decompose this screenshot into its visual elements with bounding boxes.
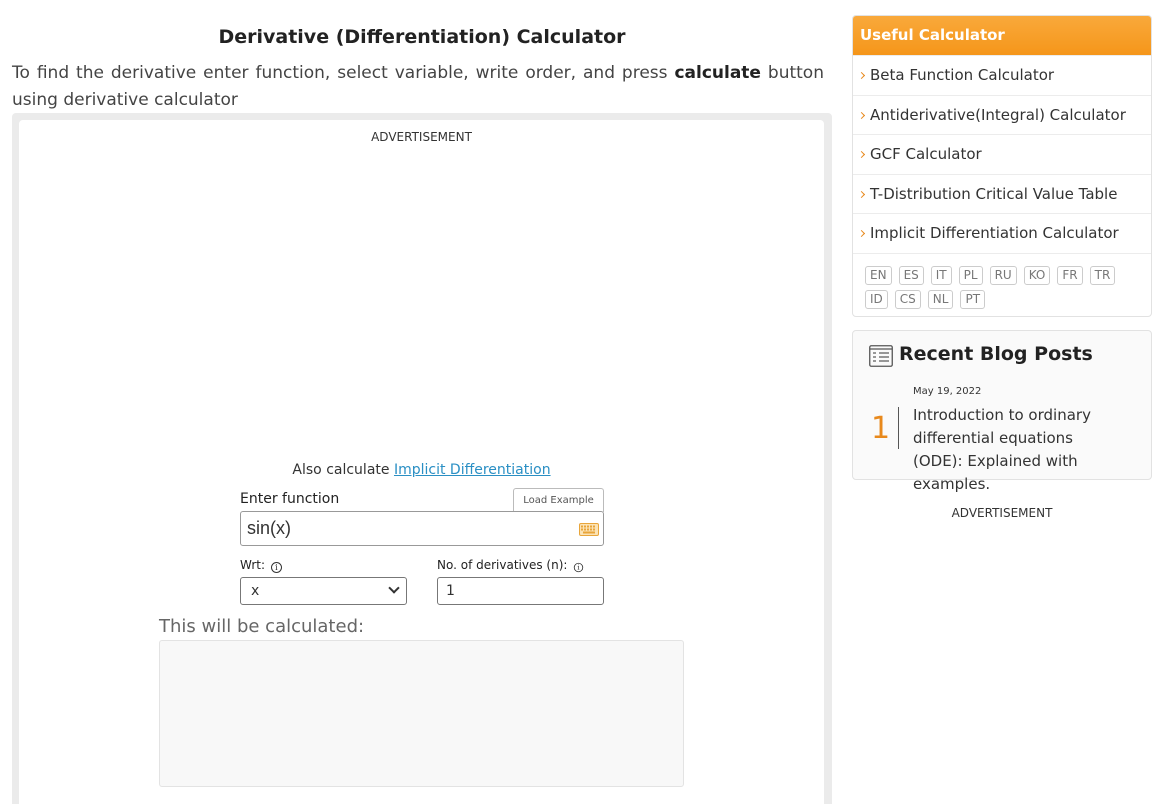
blog-section-title: Recent Blog Posts	[899, 343, 1093, 365]
list-icon	[869, 345, 893, 367]
wrt-select[interactable]: x	[240, 577, 407, 605]
keyboard-icon[interactable]	[579, 523, 599, 536]
post-divider	[898, 407, 899, 449]
language-es[interactable]: ES	[898, 265, 924, 285]
post-date: May 19, 2022	[913, 386, 982, 397]
info-icon[interactable]: i	[270, 562, 282, 573]
language-pt[interactable]: PT	[960, 289, 986, 309]
sidebar-advertisement-label: ADVERTISEMENT	[951, 506, 1053, 520]
sidebar: Useful Calculator Beta Function Calculat…	[852, 15, 1152, 520]
info-icon[interactable]: i	[574, 562, 584, 573]
function-label: Enter function	[240, 491, 340, 507]
recent-blog-posts-box: Recent Blog Posts May 19, 2022 1 Introdu…	[852, 330, 1152, 493]
page-title: Derivative (Differentiation) Calculator	[218, 26, 626, 48]
main-column: Derivative (Differentiation) Calculator …	[12, 0, 832, 804]
load-example-button[interactable]: Load Example	[513, 488, 604, 512]
calculator-frame: ADVERTISEMENT Also calculate Implicit Di…	[12, 113, 832, 804]
also-text: Also calculate	[292, 462, 394, 478]
preview-label: This will be calculated:	[159, 616, 365, 637]
sidebar-item-label: Implicit Differentiation Calculator	[870, 224, 1119, 242]
sidebar-item-label: T-Distribution Critical Value Table	[870, 184, 1118, 203]
wrt-label: Wrt: i	[240, 558, 282, 573]
wrt-label-text: Wrt:	[240, 558, 266, 572]
wrt-selected-value: x	[251, 583, 260, 599]
sidebar-item-label: GCF Calculator	[870, 145, 982, 163]
post-number: 1	[871, 411, 891, 446]
derivatives-count-label: No. of derivatives (n): i	[437, 558, 584, 573]
language-pl[interactable]: PL	[958, 265, 983, 285]
language-ko[interactable]: KO	[1023, 265, 1051, 285]
chevron-right-icon	[857, 150, 866, 159]
chevron-right-icon	[857, 111, 866, 119]
sidebar-item-antiderivative[interactable]: Antiderivative(Integral) Calculator	[853, 94, 1151, 135]
language-nl[interactable]: NL	[927, 289, 954, 309]
language-it[interactable]: IT	[930, 265, 952, 285]
intro-text: To find the derivative enter function, s…	[12, 60, 824, 114]
language-en[interactable]: EN	[865, 265, 892, 285]
function-input[interactable]: sin(x)	[240, 511, 604, 546]
sidebar-item-t-distribution[interactable]: T-Distribution Critical Value Table	[853, 173, 1151, 214]
sidebar-item-beta-function[interactable]: Beta Function Calculator	[853, 55, 1151, 95]
language-tr[interactable]: TR	[1089, 265, 1116, 285]
implicit-differentiation-link[interactable]: Implicit Differentiation	[394, 462, 551, 478]
advertisement-label: ADVERTISEMENT	[371, 130, 472, 144]
also-calculate: Also calculate Implicit Differentiation	[19, 462, 824, 478]
language-fr[interactable]: FR	[1057, 265, 1083, 285]
sidebar-item-label: Beta Function Calculator	[870, 66, 1055, 84]
chevron-right-icon	[857, 190, 866, 198]
sidebar-item-implicit-differentiation[interactable]: Implicit Differentiation Calculator	[853, 213, 1151, 253]
chevron-down-icon	[388, 582, 400, 594]
useful-calculator-title: Useful Calculator	[853, 16, 1151, 55]
intro-before: To find the derivative enter function, s…	[12, 63, 675, 83]
useful-calculator-box: Useful Calculator Beta Function Calculat…	[852, 15, 1152, 317]
derivatives-count-label-text: No. of derivatives (n):	[437, 558, 568, 572]
blog-post-link[interactable]: Introduction to ordinary differential eq…	[913, 404, 1123, 496]
language-list: EN ES IT PL RU KO FR TR ID CS NL PT	[853, 252, 1151, 316]
calculator-panel: ADVERTISEMENT Also calculate Implicit Di…	[19, 120, 824, 804]
sidebar-item-label: Antiderivative(Integral) Calculator	[870, 105, 1126, 124]
derivatives-count-input[interactable]: 1	[437, 577, 604, 605]
language-id[interactable]: ID	[865, 289, 888, 309]
language-cs[interactable]: CS	[894, 289, 921, 309]
sidebar-item-gcf[interactable]: GCF Calculator	[853, 134, 1151, 174]
language-ru[interactable]: RU	[989, 265, 1017, 285]
preview-box	[159, 640, 684, 787]
chevron-right-icon	[857, 229, 866, 238]
intro-bold: calculate	[674, 63, 761, 83]
chevron-right-icon	[857, 71, 866, 80]
